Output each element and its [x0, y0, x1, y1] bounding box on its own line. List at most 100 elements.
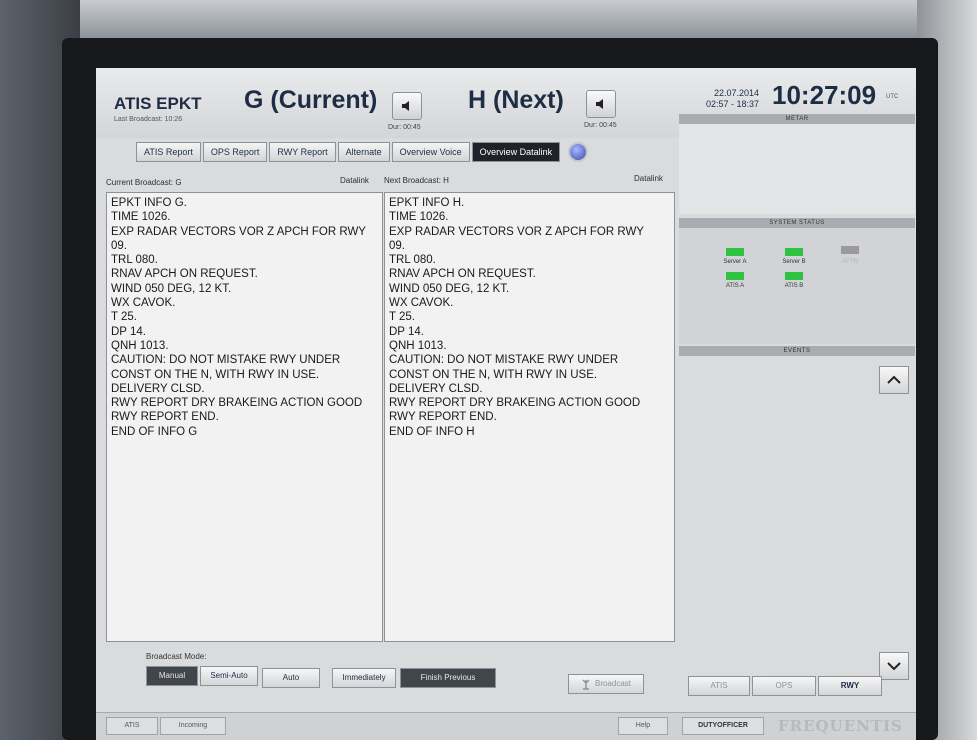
text-line: CONST ON THE N, WITH RWY IN USE.	[389, 368, 598, 381]
text-line: END OF INFO G	[111, 425, 198, 438]
atis-b-label: ATIS B	[784, 283, 804, 289]
current-duration: Dur: 00:45	[388, 124, 421, 131]
semi-auto-button[interactable]: Semi-Auto	[200, 666, 258, 686]
events-panel: EVENTS	[679, 346, 915, 692]
text-line: TIME 1026.	[111, 211, 171, 224]
text-line: WIND 050 DEG, 12 KT.	[389, 282, 510, 295]
text-line: EPKT INFO H.	[389, 197, 465, 209]
status-bar: ATIS Incoming Help DUTYOFFICER FREQUENTI…	[96, 712, 916, 740]
broadcast-label: Broadcast	[594, 679, 632, 688]
text-line: EPKT INFO G.	[111, 197, 187, 209]
photo-background-top	[0, 0, 977, 40]
atis-a-label: ATIS A	[725, 283, 745, 289]
chevron-up-icon	[887, 375, 901, 384]
play-next-button[interactable]	[586, 90, 616, 118]
manual-button[interactable]: Manual	[146, 666, 198, 686]
metar-title: METAR	[679, 114, 915, 124]
broadcast-button[interactable]: Broadcast	[568, 674, 644, 694]
text-line: END OF INFO H	[389, 425, 475, 438]
text-line: TIME 1026.	[389, 211, 449, 224]
atis-a-indicator	[726, 272, 744, 280]
globe-icon[interactable]	[568, 142, 589, 162]
text-line: DELIVERY CLSD.	[389, 382, 483, 395]
text-line: T 25.	[389, 311, 415, 324]
text-line: DP 14.	[389, 325, 424, 338]
play-current-button[interactable]	[392, 92, 422, 120]
speaker-icon	[402, 101, 409, 111]
text-line: WX CAVOK.	[111, 297, 176, 310]
text-line: RWY REPORT END.	[111, 411, 219, 424]
time-range: 02:57 - 18:37	[705, 99, 759, 109]
current-mode: Datalink	[340, 176, 369, 185]
date-value: 22.07.2014	[713, 88, 759, 98]
last-broadcast-label: Last Broadcast: 10:26	[114, 116, 183, 123]
chevron-down-icon	[887, 662, 901, 671]
server-a-label: Server A	[723, 259, 747, 265]
current-broadcast-label: Current Broadcast: G	[106, 178, 182, 187]
text-line: RWY REPORT DRY BRAKEING ACTION GOOD	[389, 397, 641, 410]
auto-button[interactable]: Auto	[262, 668, 320, 688]
help-button[interactable]: Help	[618, 717, 668, 735]
speaker-icon	[596, 99, 603, 109]
antenna-icon	[582, 679, 590, 690]
next-duration: Dur: 00:45	[584, 122, 617, 129]
scroll-down-button[interactable]	[879, 652, 909, 680]
server-b-label: Server B	[782, 259, 806, 265]
tab-alternate[interactable]: Alternate	[337, 142, 390, 162]
atis-title: ATIS EPKT	[114, 94, 202, 113]
metar-panel: METAR	[679, 114, 915, 214]
text-line: QNH 1013.	[111, 339, 169, 352]
text-line: RNAV APCH ON REQUEST.	[389, 268, 536, 281]
ops-toggle-button[interactable]: OPS	[752, 676, 816, 696]
text-line: WX CAVOK.	[389, 297, 454, 310]
events-title: EVENTS	[679, 346, 915, 356]
utc-label: UTC	[886, 94, 899, 100]
aftn-label: AFTN	[842, 259, 858, 265]
server-a-indicator	[726, 248, 744, 256]
current-broadcast-caption: Current Broadcast:	[106, 178, 174, 187]
next-broadcast-caption: Next Broadcast:	[384, 176, 441, 185]
next-broadcast-label: Next Broadcast: H	[384, 176, 449, 185]
server-b-indicator	[785, 248, 803, 256]
text-line: CONST ON THE N, WITH RWY IN USE.	[111, 368, 320, 381]
tab-overview-datalink[interactable]: Overview Datalink	[471, 142, 561, 162]
text-line: CAUTION: DO NOT MISTAKE RWY UNDER	[111, 354, 341, 367]
text-line: RWY REPORT END.	[389, 411, 497, 424]
current-info-title: G (Current)	[244, 86, 378, 114]
system-status-body: Server A Server B AFTN ATIS A ATIS B	[679, 228, 915, 344]
text-line: QNH 1013.	[389, 339, 447, 352]
scroll-up-button[interactable]	[879, 366, 909, 394]
system-status-panel: SYSTEM STATUS Server A Server B AFTN ATI…	[679, 218, 915, 344]
atis-toggle-button[interactable]: ATIS	[688, 676, 750, 696]
next-atis-text[interactable]: EPKT INFO H. TIME 1026. EXP RADAR VECTOR…	[384, 192, 675, 642]
atis-screen: ATIS EPKT Last Broadcast: 10:26 G (Curre…	[96, 68, 916, 740]
frequentis-logo: FREQUENTIS	[778, 717, 903, 735]
tab-ops-report[interactable]: OPS Report	[202, 142, 268, 162]
status-tab-incoming[interactable]: Incoming	[160, 717, 226, 735]
text-line: WIND 050 DEG, 12 KT.	[111, 282, 232, 295]
text-line: EXP RADAR VECTORS VOR Z APCH FOR RWY	[111, 225, 366, 238]
tab-rwy-report[interactable]: RWY Report	[269, 142, 336, 162]
text-line: 09.	[111, 239, 127, 252]
tab-overview-voice[interactable]: Overview Voice	[391, 142, 470, 162]
tab-bar: ATIS Report OPS Report RWY Report Altern…	[136, 142, 589, 162]
text-line: T 25.	[111, 311, 137, 324]
text-line: DELIVERY CLSD.	[111, 382, 205, 395]
utc-clock: 10:27:09	[772, 80, 877, 110]
text-line: CAUTION: DO NOT MISTAKE RWY UNDER	[389, 354, 619, 367]
immediately-button[interactable]: Immediately	[332, 668, 396, 688]
current-atis-text[interactable]: EPKT INFO G. TIME 1026. EXP RADAR VECTOR…	[106, 192, 383, 642]
text-line: 09.	[389, 239, 405, 252]
metar-body	[679, 124, 915, 214]
text-line: DP 14.	[111, 325, 146, 338]
events-list[interactable]	[679, 356, 915, 692]
text-line: EXP RADAR VECTORS VOR Z APCH FOR RWY	[389, 225, 644, 238]
status-tab-atis[interactable]: ATIS	[106, 717, 158, 735]
date-display: 22.07.2014 02:57 - 18:37	[679, 88, 759, 110]
finish-previous-button[interactable]: Finish Previous	[400, 668, 496, 688]
tab-atis-report[interactable]: ATIS Report	[136, 142, 201, 162]
current-broadcast-value: G	[175, 178, 182, 187]
rwy-toggle-button[interactable]: RWY	[818, 676, 882, 696]
system-status-title: SYSTEM STATUS	[679, 218, 915, 228]
next-info-title: H (Next)	[468, 86, 564, 114]
